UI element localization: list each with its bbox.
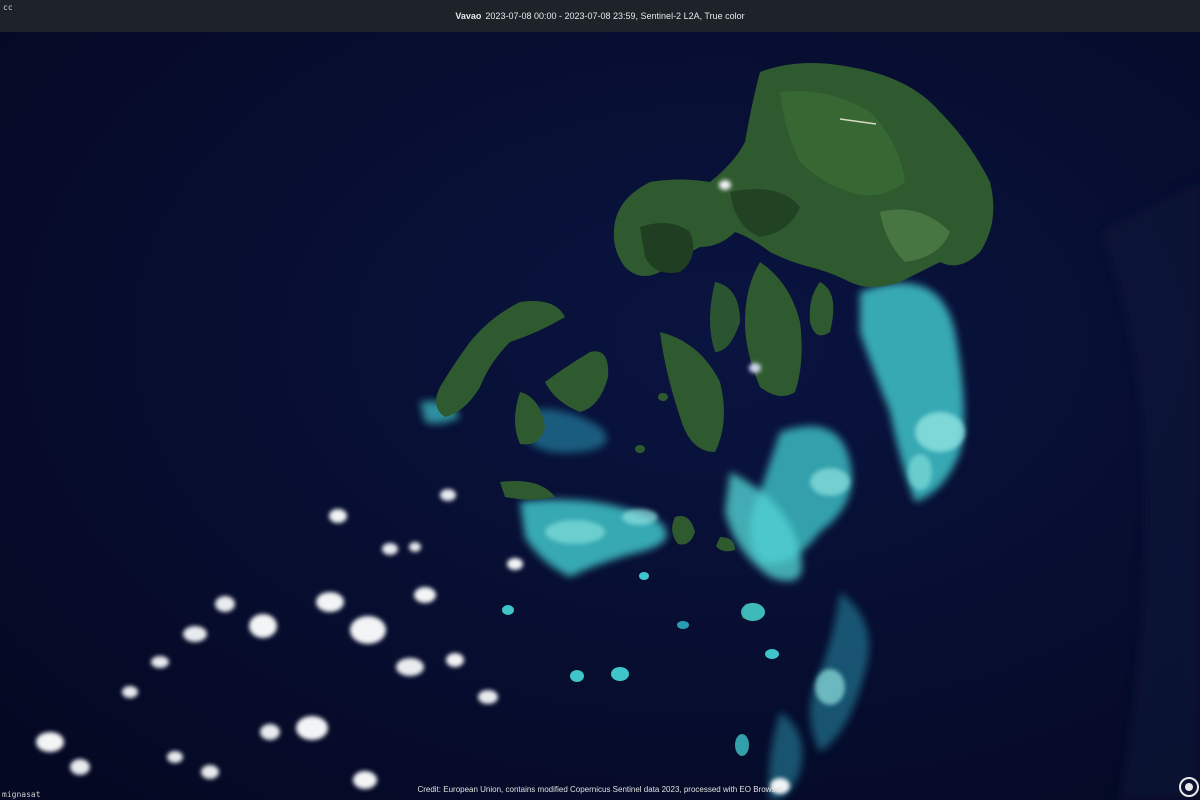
image-details: 2023-07-08 00:00 - 2023-07-08 23:59, Sen… <box>485 11 745 21</box>
image-credit: Credit: European Union, contains modifie… <box>417 785 783 794</box>
satellite-image <box>0 32 1200 800</box>
ocean <box>0 32 1200 800</box>
satellite-view: Vavao 2023-07-08 00:00 - 2023-07-08 23:5… <box>0 0 1200 800</box>
eo-browser-logo-icon <box>1179 777 1199 797</box>
image-title-bar: Vavao 2023-07-08 00:00 - 2023-07-08 23:5… <box>0 0 1200 32</box>
corner-label-bottom: mignasat <box>2 790 41 799</box>
place-name: Vavao <box>455 11 482 21</box>
corner-label-top: cc <box>3 3 13 12</box>
